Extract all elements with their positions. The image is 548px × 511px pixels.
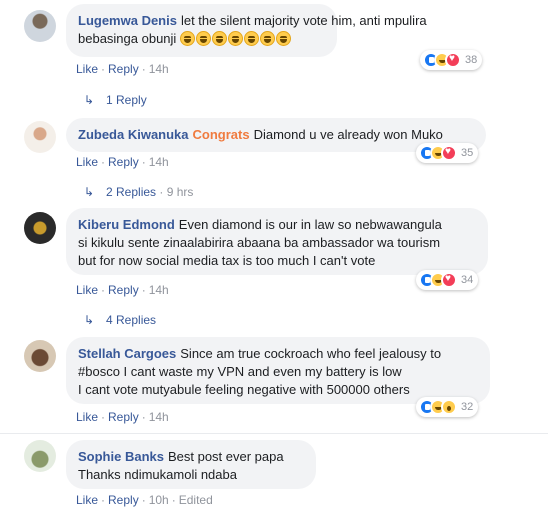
- reaction-summary[interactable]: 38: [420, 50, 483, 70]
- view-replies-link[interactable]: ↳ 2 Replies · 9 hrs: [84, 185, 193, 199]
- like-link[interactable]: Like: [76, 155, 98, 169]
- timestamp[interactable]: 14h: [149, 155, 169, 169]
- highlighted-word: Congrats: [192, 127, 250, 142]
- comment-text: Thanks ndimukamoli ndaba: [78, 467, 237, 482]
- timestamp[interactable]: 10h: [149, 493, 169, 507]
- reply-arrow-icon: ↳: [84, 185, 95, 199]
- love-reaction-icon: [445, 52, 461, 68]
- reply-arrow-icon: ↳: [84, 313, 95, 327]
- timestamp[interactable]: 14h: [149, 62, 169, 76]
- comment-text: #bosco I cant waste my VPN and even my b…: [78, 364, 402, 379]
- reply-link[interactable]: Reply: [108, 62, 139, 76]
- comment-text: but for now social media tax is too much…: [78, 253, 376, 268]
- wow-reaction-icon: [441, 399, 457, 415]
- comment-author[interactable]: Sophie Banks: [78, 449, 164, 464]
- comment-author[interactable]: Lugemwa Denis: [78, 13, 177, 28]
- avatar[interactable]: [24, 10, 56, 42]
- like-link[interactable]: Like: [76, 283, 98, 297]
- comment-text: Diamond u ve already won Muko: [253, 127, 443, 142]
- reply-link[interactable]: Reply: [108, 493, 139, 507]
- like-link[interactable]: Like: [76, 410, 98, 424]
- reaction-summary[interactable]: 35: [416, 143, 479, 163]
- comment-author[interactable]: Zubeda Kiwanuka: [78, 127, 189, 142]
- comment-bubble: Sophie Banks Best post ever papa Thanks n…: [66, 440, 316, 489]
- comment-actions: Like · Reply · 14h: [76, 155, 169, 169]
- reaction-count: 34: [461, 274, 474, 286]
- comment-author[interactable]: Stellah Cargoes: [78, 346, 176, 361]
- comment-author[interactable]: Kiberu Edmond: [78, 217, 175, 232]
- comment-text: let the silent majority vote him, anti m…: [180, 13, 427, 28]
- avatar[interactable]: [24, 212, 56, 244]
- comment-text: si kikulu sente zinaalabirira abaana ba …: [78, 235, 441, 250]
- edited-label[interactable]: Edited: [179, 493, 213, 507]
- comment-text: bebasinga obunji: [78, 31, 177, 46]
- comment-text: I cant vote mutyabule feeling negative w…: [78, 382, 410, 397]
- comment-text: Best post ever papa: [167, 449, 284, 464]
- replies-count[interactable]: 4 Replies: [106, 313, 156, 327]
- comment-actions: Like · Reply · 14h: [76, 283, 169, 297]
- comment-bubble: Kiberu Edmond Even diamond is our in law …: [66, 208, 488, 275]
- reply-arrow-icon: ↳: [84, 93, 95, 107]
- reaction-count: 35: [461, 147, 474, 159]
- comment-actions: Like · Reply · 10h · Edited: [76, 493, 213, 507]
- reaction-count: 32: [461, 401, 474, 413]
- timestamp[interactable]: 14h: [149, 283, 169, 297]
- laughing-emoji-icon: [179, 31, 292, 46]
- love-reaction-icon: [441, 145, 457, 161]
- timestamp[interactable]: 14h: [149, 410, 169, 424]
- comment-text: Even diamond is our in law so nebwawangu…: [178, 217, 442, 232]
- replies-count[interactable]: 1 Reply: [106, 93, 147, 107]
- reply-link[interactable]: Reply: [108, 155, 139, 169]
- avatar[interactable]: [24, 440, 56, 472]
- comment-bubble: Lugemwa Denis let the silent majority vot…: [66, 4, 427, 57]
- reply-link[interactable]: Reply: [108, 283, 139, 297]
- comment-actions: Like · Reply · 14h: [76, 410, 169, 424]
- replies-count[interactable]: 2 Replies: [106, 185, 156, 199]
- comment-text: Since am true cockroach who feel jealous…: [180, 346, 442, 361]
- reaction-summary[interactable]: 34: [416, 270, 479, 290]
- replies-time: 9 hrs: [166, 185, 194, 199]
- like-link[interactable]: Like: [76, 493, 98, 507]
- view-replies-link[interactable]: ↳ 1 Reply: [84, 93, 147, 107]
- avatar[interactable]: [24, 121, 56, 153]
- avatar[interactable]: [24, 340, 56, 372]
- love-reaction-icon: [441, 272, 457, 288]
- comment-actions: Like · Reply · 14h: [76, 62, 169, 76]
- reply-link[interactable]: Reply: [108, 410, 139, 424]
- comment-bubble: Stellah Cargoes Since am true cockroach w…: [66, 337, 490, 404]
- reaction-summary[interactable]: 32: [416, 397, 479, 417]
- like-link[interactable]: Like: [76, 62, 98, 76]
- view-replies-link[interactable]: ↳ 4 Replies: [84, 313, 156, 327]
- reaction-count: 38: [465, 54, 478, 66]
- divider: [0, 433, 548, 434]
